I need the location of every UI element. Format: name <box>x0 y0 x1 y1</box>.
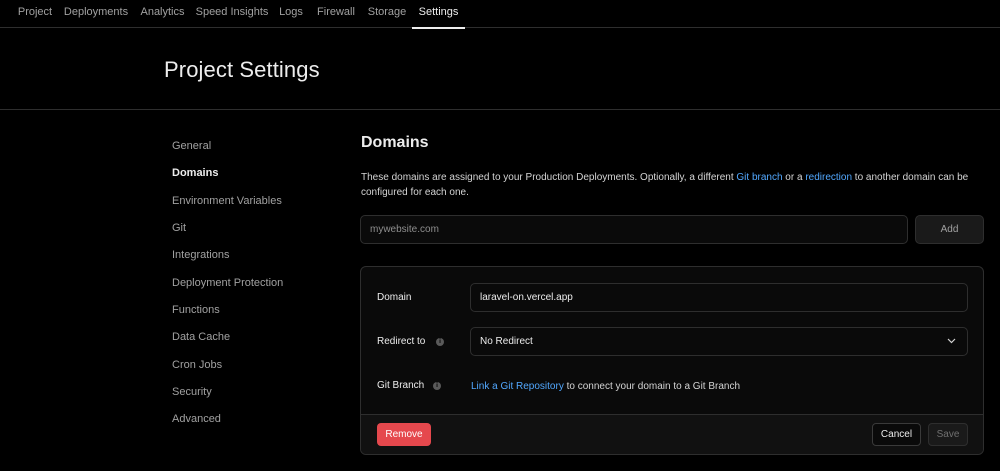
redirect-label: Redirect to <box>377 336 426 347</box>
sidebar-item-git[interactable]: Git <box>172 221 186 235</box>
add-domain-input[interactable] <box>360 215 908 244</box>
sidebar-item-cron-jobs[interactable]: Cron Jobs <box>172 358 222 372</box>
sidebar-item-environment-variables[interactable]: Environment Variables <box>172 194 282 208</box>
git-branch-text: Link a Git Repository to connect your do… <box>471 380 740 394</box>
page-header: Project Settings <box>0 29 1000 110</box>
tab-analytics[interactable]: Analytics <box>137 0 188 28</box>
info-icon[interactable]: i <box>436 338 444 346</box>
sidebar-item-advanced[interactable]: Advanced <box>172 412 221 426</box>
info-icon[interactable]: i <box>433 382 441 390</box>
description-text: or a <box>782 172 806 183</box>
redirect-select[interactable]: No Redirect <box>470 327 968 356</box>
tab-settings[interactable]: Settings <box>412 0 465 29</box>
tab-storage[interactable]: Storage <box>366 0 408 28</box>
git-branch-description: to connect your domain to a Git Branch <box>563 381 741 392</box>
sidebar-item-domains[interactable]: Domains <box>172 166 218 180</box>
tab-firewall[interactable]: Firewall <box>313 0 359 28</box>
git-branch-label: Git Branch <box>377 380 425 391</box>
tab-speed-insights[interactable]: Speed Insights <box>195 0 269 28</box>
sidebar-item-general[interactable]: General <box>172 139 211 153</box>
chevron-down-icon <box>947 338 956 344</box>
redirect-value: No Redirect <box>480 336 533 347</box>
sidebar-item-security[interactable]: Security <box>172 385 212 399</box>
domain-card: Domain laravel-on.vercel.app Redirect to… <box>360 266 984 455</box>
description-text: These domains are assigned to your Produ… <box>361 172 737 183</box>
section-title: Domains <box>361 134 429 151</box>
domain-field[interactable]: laravel-on.vercel.app <box>470 283 968 312</box>
top-navigation: Project Deployments Analytics Speed Insi… <box>0 0 1000 29</box>
section-description: These domains are assigned to your Produ… <box>361 171 981 200</box>
tab-project[interactable]: Project <box>15 0 55 28</box>
tab-deployments[interactable]: Deployments <box>62 0 130 28</box>
add-domain-button[interactable]: Add <box>915 215 984 244</box>
git-branch-link[interactable]: Git branch <box>736 172 782 183</box>
sidebar-item-functions[interactable]: Functions <box>172 303 220 317</box>
cancel-button[interactable]: Cancel <box>872 423 921 446</box>
remove-button[interactable]: Remove <box>377 423 431 446</box>
card-footer: Remove Cancel Save <box>361 414 983 454</box>
tab-logs[interactable]: Logs <box>276 0 306 28</box>
redirection-link[interactable]: redirection <box>805 172 852 183</box>
save-button[interactable]: Save <box>928 423 968 446</box>
domain-value: laravel-on.vercel.app <box>480 292 573 303</box>
sidebar-item-data-cache[interactable]: Data Cache <box>172 330 230 344</box>
link-git-repository-link[interactable]: Link a Git Repository <box>471 381 564 392</box>
sidebar-item-integrations[interactable]: Integrations <box>172 248 229 262</box>
domain-label: Domain <box>377 292 412 303</box>
page-title: Project Settings <box>164 57 320 82</box>
sidebar-item-deployment-protection[interactable]: Deployment Protection <box>172 276 283 290</box>
